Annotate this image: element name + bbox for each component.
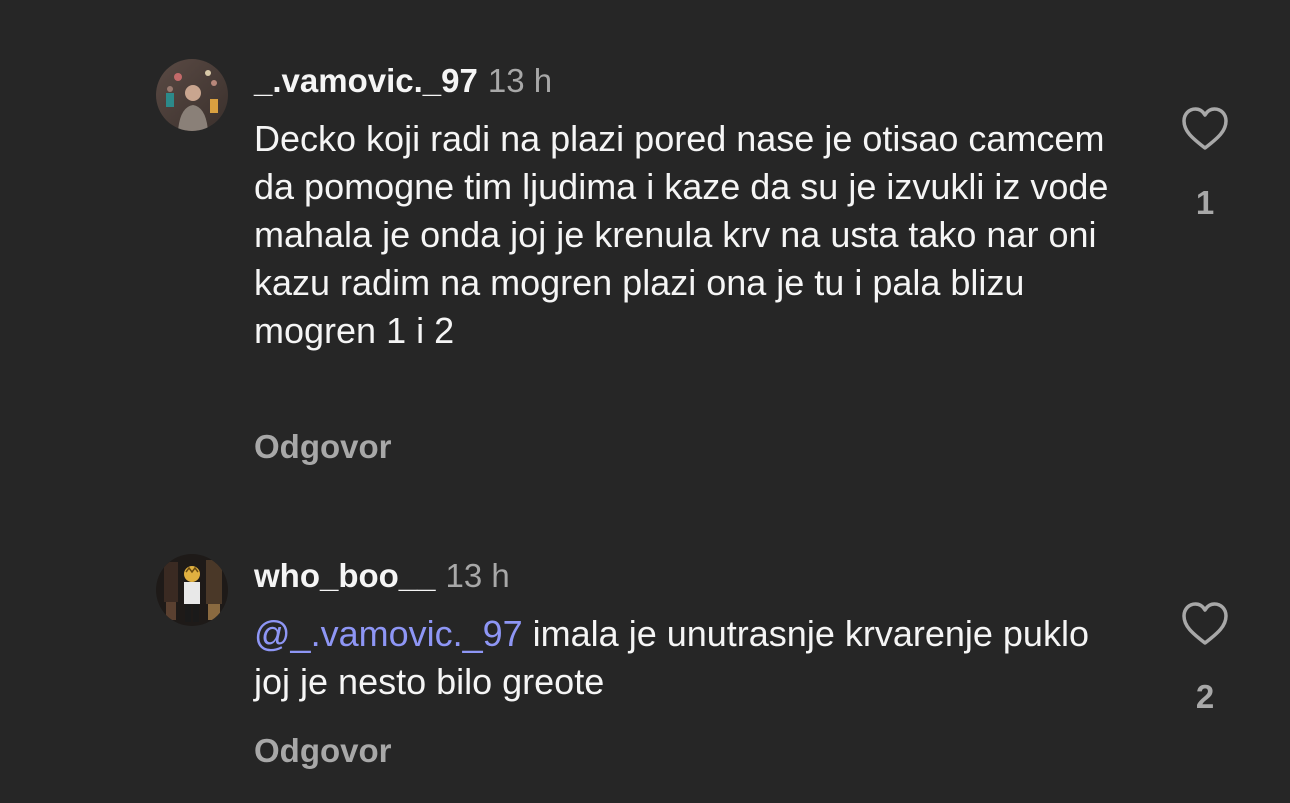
heart-outline-icon — [1182, 602, 1228, 645]
username[interactable]: who_boo__ — [254, 557, 436, 594]
mention-link[interactable]: @_.vamovic._97 — [254, 613, 523, 654]
heart-outline-icon — [1182, 107, 1228, 150]
like-count: 2 — [1195, 678, 1215, 715]
comment-header: who_boo__ 13 h — [254, 557, 510, 595]
reply-button[interactable]: Odgovor — [254, 428, 392, 466]
avatar[interactable] — [156, 59, 228, 131]
like-button[interactable] — [1180, 106, 1230, 152]
timestamp: 13 h — [487, 62, 553, 99]
avatar[interactable] — [156, 554, 228, 626]
comment-text: Decko koji radi na plazi pored nase je o… — [254, 115, 1134, 355]
username[interactable]: _.vamovic._97 — [254, 62, 478, 99]
timestamp: 13 h — [445, 557, 510, 594]
like-count: 1 — [1195, 184, 1215, 221]
comment-body: Decko koji radi na plazi pored nase je o… — [254, 118, 1109, 351]
avatar-image — [156, 554, 228, 626]
avatar-image — [156, 59, 228, 131]
reply-button[interactable]: Odgovor — [254, 732, 392, 770]
comment-text: @_.vamovic._97 imala je unutrasnje krvar… — [254, 610, 1134, 706]
comment-header: _.vamovic._97 13 h — [254, 62, 552, 100]
like-button[interactable] — [1180, 601, 1230, 647]
